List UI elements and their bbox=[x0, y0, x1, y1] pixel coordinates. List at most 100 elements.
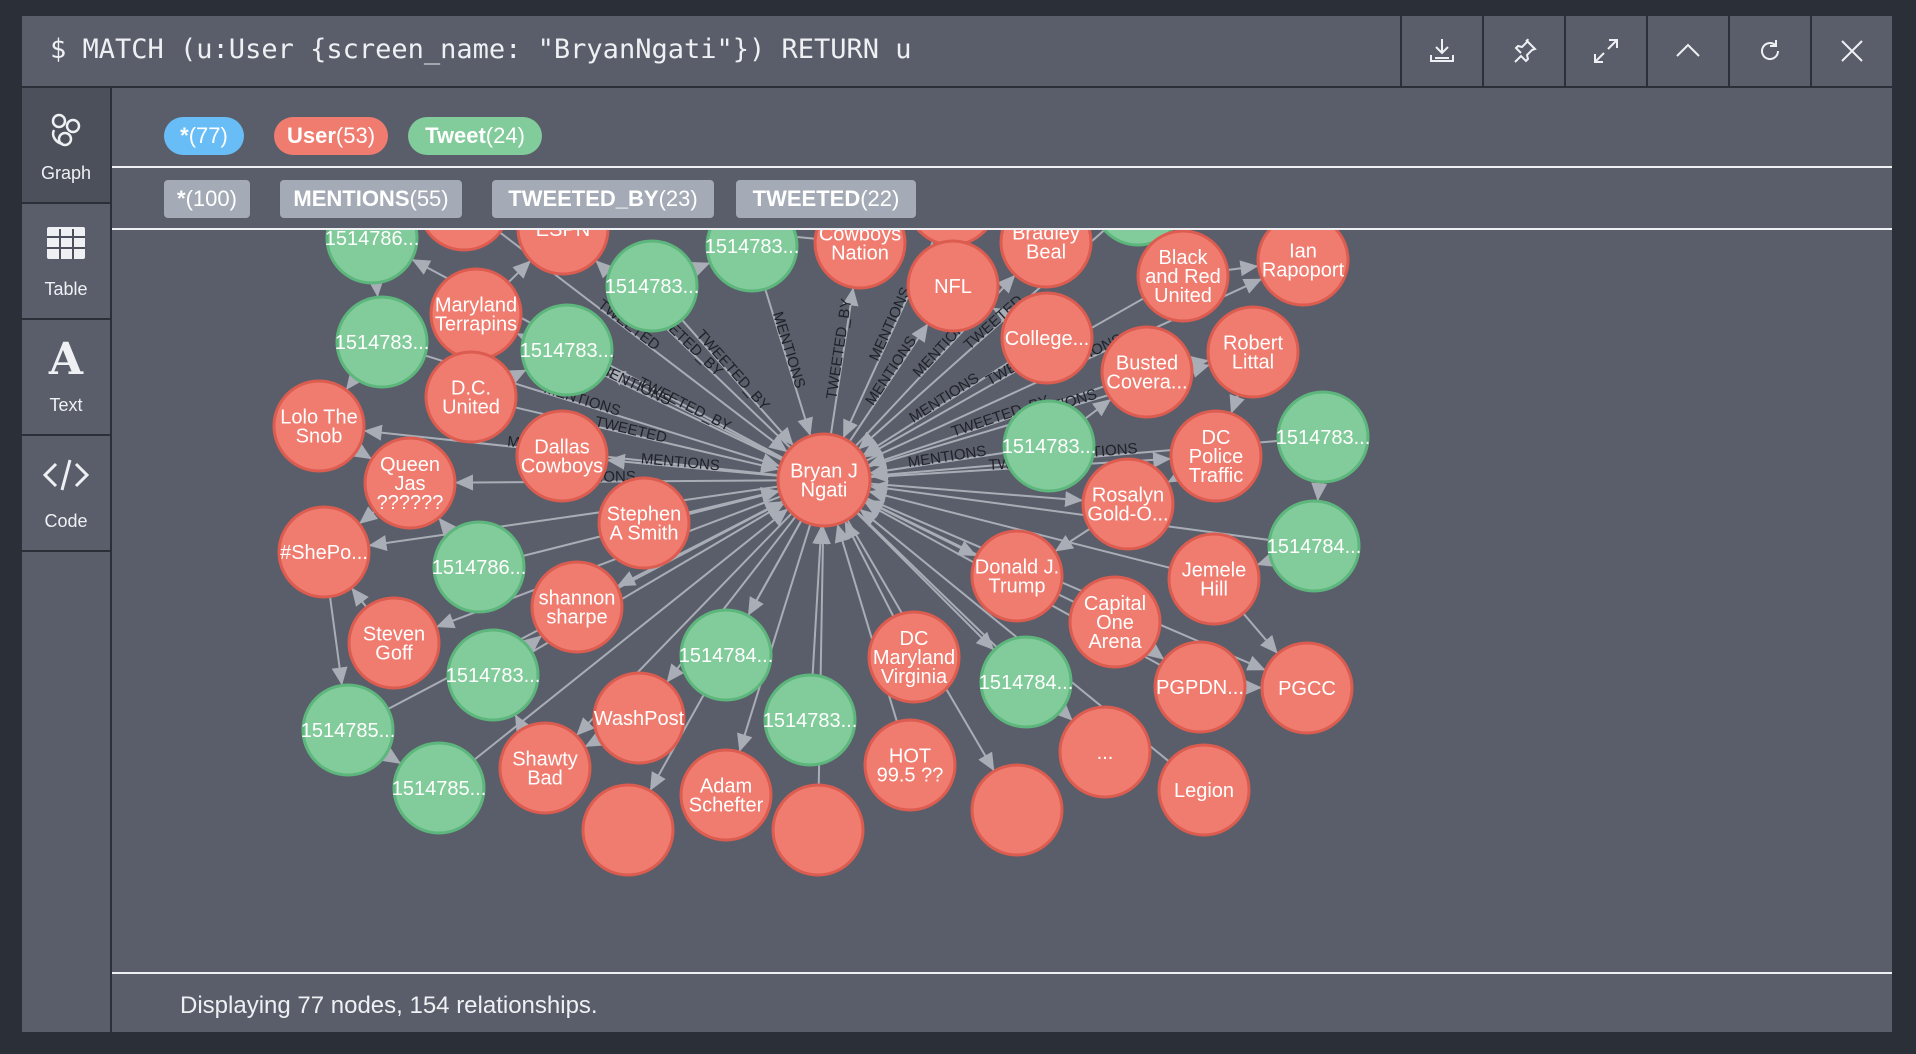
user-node[interactable]: #ShePo... bbox=[277, 505, 371, 599]
graph-svg[interactable]: MENTIONSTWEETEDTWEETED_BYMENTIONSTWEETED… bbox=[112, 230, 1892, 970]
user-node[interactable]: JemeleHill bbox=[1167, 532, 1261, 626]
label-pill-tweet[interactable]: Tweet(24) bbox=[408, 117, 542, 155]
tweet-node[interactable]: 1514786... bbox=[432, 520, 527, 614]
user-node[interactable]: Lolo TheSnob bbox=[272, 379, 366, 473]
user-node[interactable]: College... bbox=[1000, 291, 1094, 385]
rel-pill-mentions[interactable]: MENTIONS(55) bbox=[280, 180, 462, 218]
collapse-button[interactable] bbox=[1646, 16, 1728, 86]
user-node[interactable]: BustedCovera... bbox=[1100, 325, 1194, 419]
relationship-edge[interactable] bbox=[350, 587, 369, 608]
relationship-edge[interactable] bbox=[345, 370, 364, 391]
label-pill-user[interactable]: User(53) bbox=[274, 117, 388, 155]
tweet-node[interactable]: 1514783... bbox=[1002, 399, 1097, 493]
user-node-circle[interactable] bbox=[771, 783, 865, 877]
tweet-node[interactable]: 1514785... bbox=[301, 683, 396, 777]
close-button[interactable] bbox=[1810, 16, 1892, 86]
user-node[interactable]: shannonsharpe bbox=[530, 560, 624, 654]
node-caption: 1514783... bbox=[446, 665, 541, 687]
rel-pill-tweeted-by[interactable]: TWEETED_BY(23) bbox=[492, 180, 714, 218]
pin-button[interactable] bbox=[1482, 16, 1564, 86]
user-node[interactable] bbox=[970, 763, 1064, 857]
graph-view-button[interactable]: Graph bbox=[22, 88, 110, 204]
relationship-edge[interactable] bbox=[584, 731, 605, 748]
relationship-edge[interactable] bbox=[1145, 642, 1165, 661]
user-node[interactable]: MarylandTerrapins bbox=[429, 267, 523, 361]
text-view-button[interactable]: A Text bbox=[22, 320, 110, 436]
query-text[interactable]: $ MATCH (u:User {screen_name: "BryanNgat… bbox=[50, 34, 912, 65]
tweet-node[interactable]: 1514783... bbox=[1276, 390, 1371, 484]
relationship-edge[interactable] bbox=[1189, 355, 1209, 372]
user-node[interactable]: PGPDN... bbox=[1153, 640, 1247, 734]
user-node[interactable] bbox=[771, 783, 865, 877]
relationship-edge[interactable] bbox=[506, 368, 528, 385]
user-node[interactable]: StevenGoff bbox=[347, 596, 441, 690]
user-node[interactable]: IanRapoport bbox=[1256, 230, 1350, 307]
relationship-edge[interactable] bbox=[690, 261, 711, 277]
tweet-node[interactable]: 1514783... bbox=[520, 303, 615, 397]
relationship-edge[interactable] bbox=[352, 442, 373, 460]
tweet-node[interactable]: 1514784... bbox=[1267, 499, 1362, 593]
relationship-edge[interactable] bbox=[1167, 466, 1188, 484]
relationship-edge[interactable] bbox=[811, 525, 829, 676]
user-node[interactable]: CapitalOneArena bbox=[1068, 575, 1162, 669]
tweet-node[interactable]: 1514784... bbox=[979, 635, 1074, 729]
relationship-edge[interactable] bbox=[1242, 612, 1279, 655]
tweet-node[interactable]: 1514783... bbox=[705, 230, 800, 293]
user-node[interactable]: HOT99.5 ?? bbox=[863, 718, 957, 812]
code-view-button[interactable]: Code bbox=[22, 436, 110, 552]
user-node[interactable]: CowboysNation bbox=[813, 230, 907, 290]
user-node[interactable]: D.C.United bbox=[424, 350, 518, 444]
user-node[interactable]: ... bbox=[1058, 705, 1152, 799]
user-node[interactable]: ESPN bbox=[516, 230, 610, 276]
user-node[interactable]: Blackand RedUnited bbox=[1136, 230, 1230, 323]
relationship-edge[interactable] bbox=[1256, 551, 1277, 567]
relationship-edge[interactable] bbox=[1229, 393, 1245, 414]
user-node[interactable]: RobertLittal bbox=[1206, 305, 1300, 399]
download-button[interactable] bbox=[1400, 16, 1482, 86]
tweet-node[interactable]: 1514783... bbox=[335, 295, 430, 389]
user-node[interactable]: QueenJas?????? bbox=[363, 436, 457, 530]
relationship-edge[interactable] bbox=[358, 506, 379, 525]
table-view-button[interactable]: Table bbox=[22, 204, 110, 320]
user-node[interactable]: AdamSchefter bbox=[679, 748, 773, 842]
user-node[interactable]: NFL bbox=[906, 239, 1000, 333]
rel-pill-all[interactable]: *(100) bbox=[164, 180, 250, 218]
user-node[interactable]: StephenA Smith bbox=[597, 476, 691, 570]
user-node[interactable]: DCMarylandVirginia bbox=[867, 610, 961, 704]
tweet-node[interactable]: 1514786... bbox=[325, 230, 420, 285]
user-node[interactable]: ShawtyBad bbox=[498, 721, 592, 815]
user-node-circle[interactable] bbox=[419, 230, 509, 252]
rel-pill-tweeted[interactable]: TWEETED(22) bbox=[736, 180, 916, 218]
relationship-edge[interactable] bbox=[507, 259, 532, 284]
tweet-node[interactable]: 1514785... bbox=[392, 741, 487, 835]
user-node[interactable] bbox=[581, 783, 675, 877]
relationship-edge[interactable] bbox=[437, 517, 457, 537]
label-pill-all[interactable]: *(77) bbox=[164, 117, 244, 155]
rerun-button[interactable] bbox=[1728, 16, 1810, 86]
user-node[interactable]: RosalynGold-O... bbox=[1081, 457, 1175, 551]
relationship-edge[interactable] bbox=[1311, 481, 1328, 502]
user-node[interactable]: DallasCowboys bbox=[515, 409, 609, 503]
user-node[interactable]: Legion bbox=[1157, 743, 1251, 837]
tweet-node[interactable]: 1514784... bbox=[679, 608, 774, 702]
tweet-node[interactable]: 1514783... bbox=[605, 239, 700, 333]
relationship-edge[interactable] bbox=[522, 634, 543, 653]
center-user-node[interactable]: Bryan JNgati bbox=[776, 432, 872, 528]
relationship-edge[interactable] bbox=[368, 278, 384, 298]
relationship-edge[interactable] bbox=[381, 747, 402, 765]
tweet-node[interactable]: 1514783... bbox=[763, 673, 858, 767]
user-node[interactable]: PGCC bbox=[1260, 641, 1354, 735]
relationship-edge[interactable] bbox=[1227, 260, 1259, 277]
relationship-edge[interactable] bbox=[329, 596, 348, 686]
graph-canvas[interactable]: MENTIONSTWEETEDTWEETED_BYMENTIONSTWEETED… bbox=[112, 230, 1892, 970]
fullscreen-button[interactable] bbox=[1564, 16, 1646, 86]
user-node[interactable]: BradleyBeal bbox=[999, 230, 1093, 289]
user-node-circle[interactable] bbox=[970, 763, 1064, 857]
user-node-circle[interactable] bbox=[581, 783, 675, 877]
user-node[interactable]: DCPoliceTraffic bbox=[1169, 409, 1263, 503]
user-node[interactable]: Donald J.Trump bbox=[970, 529, 1064, 623]
user-node[interactable]: WashPost bbox=[592, 671, 686, 765]
user-node[interactable]: Ermann bbox=[419, 230, 509, 252]
tweet-node[interactable]: 1514783... bbox=[446, 628, 541, 722]
relationship-edge[interactable] bbox=[843, 520, 895, 618]
